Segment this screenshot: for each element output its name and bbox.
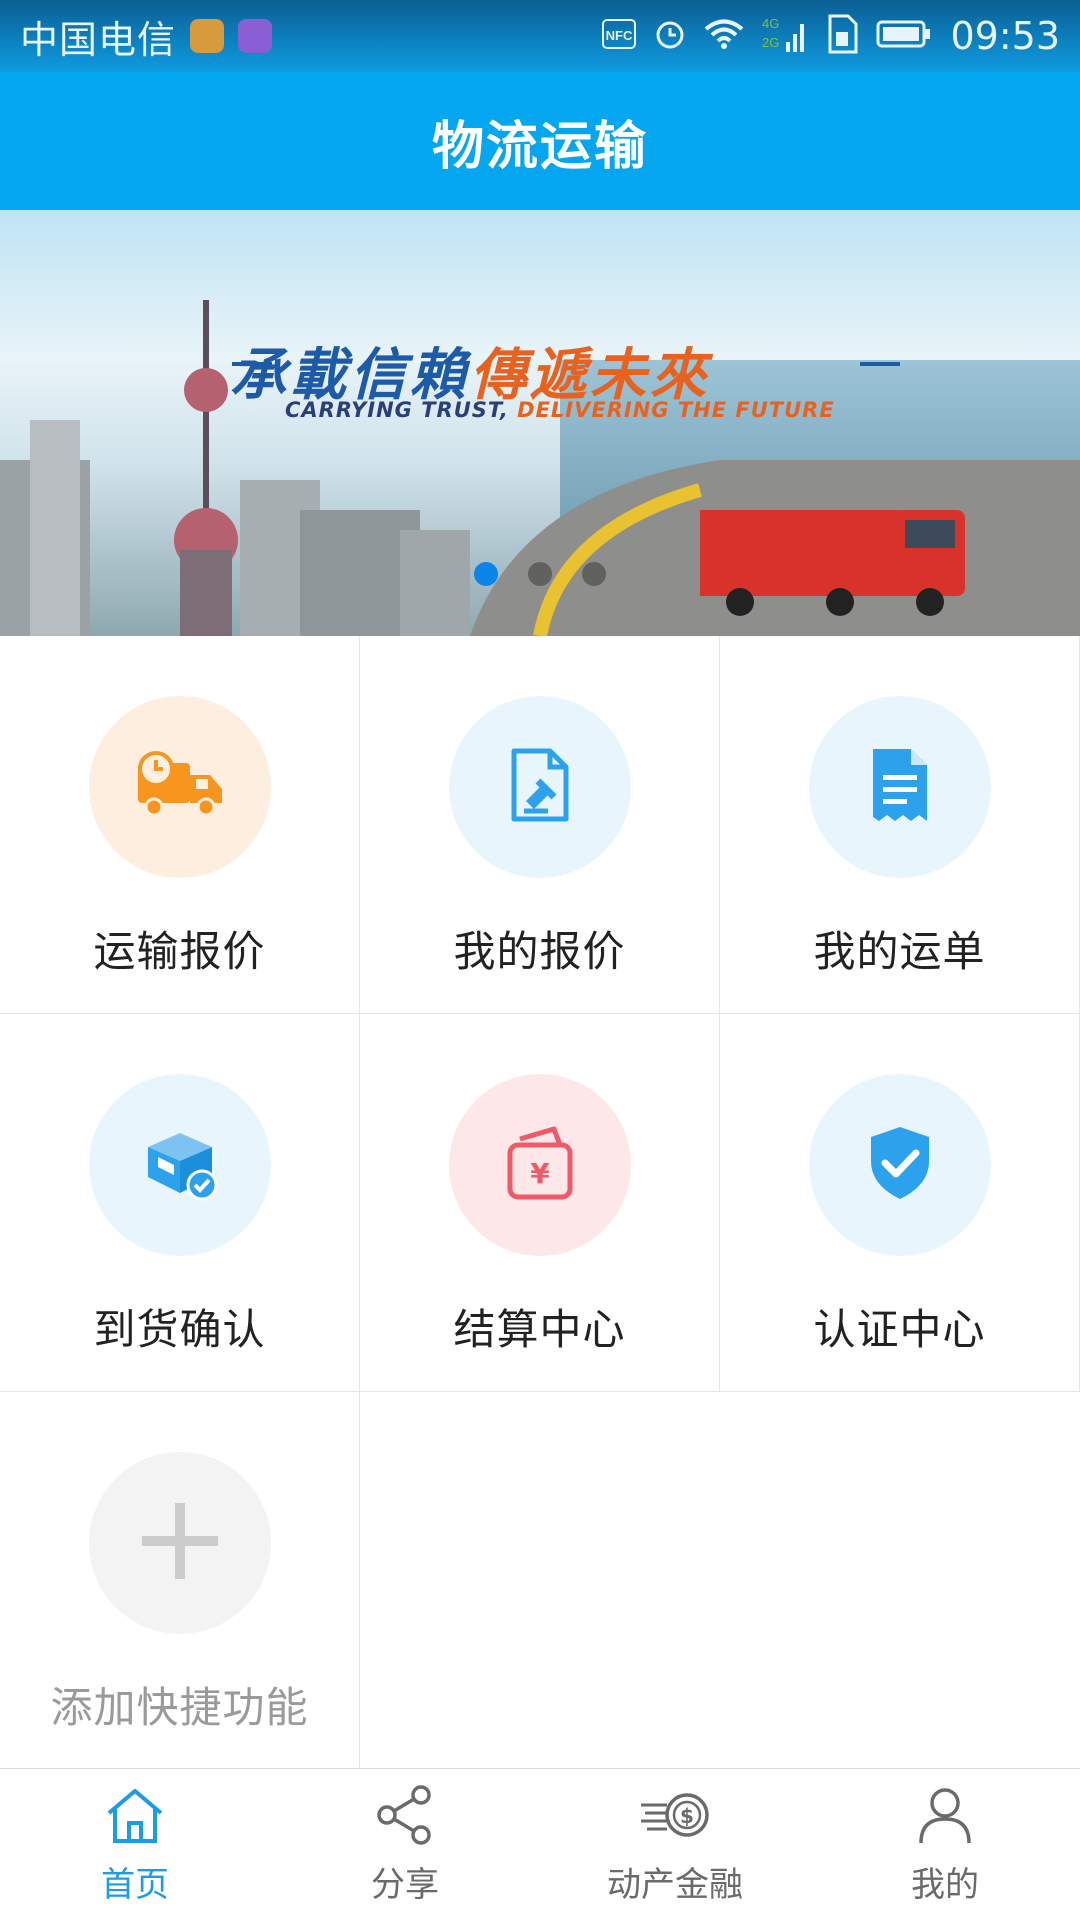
tab-home[interactable]: 首页 <box>0 1769 270 1920</box>
svg-text:2G: 2G <box>762 35 779 50</box>
grid-item-my-waybill[interactable]: 我的运单 <box>720 636 1080 1014</box>
grid-item-settlement-center[interactable]: ¥ 结算中心 <box>360 1014 720 1392</box>
clock: 09:53 <box>950 14 1060 58</box>
grid-item-add-shortcut[interactable]: 添加快捷功能 <box>0 1392 360 1770</box>
settlement-wallet-icon: ¥ <box>504 1123 576 1207</box>
share-icon <box>373 1783 437 1851</box>
grid-item-certification-center[interactable]: 认证中心 <box>720 1014 1080 1392</box>
grid-item-my-quote[interactable]: 我的报价 <box>360 636 720 1014</box>
home-icon <box>103 1783 167 1851</box>
grid-item-label: 添加快捷功能 <box>50 1683 309 1732</box>
alarm-icon <box>654 18 686 54</box>
package-check-icon <box>140 1123 220 1207</box>
carrier-name: 中国电信 <box>20 17 177 62</box>
svg-text:$: $ <box>680 1804 694 1828</box>
grid-item-label: 到货确认 <box>93 1305 266 1354</box>
tab-share[interactable]: 分享 <box>270 1769 540 1920</box>
grid-icon-bg <box>88 1452 271 1634</box>
delivery-truck-icon <box>132 749 228 825</box>
svg-text:NFC: NFC <box>606 28 633 43</box>
svg-text:4G: 4G <box>762 16 779 31</box>
nfc-icon: NFC <box>602 19 637 53</box>
banner-dot-1[interactable] <box>474 562 498 586</box>
gallery-app-icon <box>238 19 273 53</box>
tab-mine[interactable]: 我的 <box>810 1769 1080 1920</box>
tab-label: 分享 <box>371 1865 439 1905</box>
grid-icon-bg: ¥ <box>448 1074 631 1256</box>
plus-icon <box>138 1499 222 1587</box>
grid-icon-bg <box>808 1074 991 1256</box>
grid-item-label: 认证中心 <box>813 1305 986 1354</box>
wifi-icon <box>704 18 744 54</box>
battery-icon <box>876 19 932 53</box>
grid-item-arrival-confirm[interactable]: 到货确认 <box>0 1014 360 1392</box>
grid-item-label: 我的报价 <box>453 927 626 976</box>
finance-coin-icon: $ <box>637 1783 713 1851</box>
tab-label: 动产金融 <box>607 1865 743 1905</box>
grid-icon-bg <box>448 696 631 878</box>
sim-icon <box>826 14 858 58</box>
shield-check-icon <box>865 1123 935 1207</box>
waybill-icon <box>867 745 933 829</box>
grid-item-label: 我的运单 <box>813 927 986 976</box>
grid-icon-bg <box>88 696 271 878</box>
function-grid: 运输报价 我的报价 我的运单 到货确认 ¥ 结算中心 认证中心 添加快捷功能 <box>0 636 1080 1770</box>
bottom-tab-bar: 首页 分享 $ 动产金融 我的 <box>0 1768 1080 1920</box>
grid-icon-bg <box>88 1074 271 1256</box>
grid-item-label: 运输报价 <box>93 927 266 976</box>
signal-icon: 4G 2G <box>762 14 808 58</box>
svg-text:¥: ¥ <box>530 1157 550 1190</box>
user-icon <box>913 1783 977 1851</box>
tab-finance[interactable]: $ 动产金融 <box>540 1769 810 1920</box>
tab-label: 首页 <box>101 1865 169 1905</box>
title-bar: 物流运输 <box>0 72 1080 210</box>
banner-pagination <box>474 562 606 586</box>
grid-icon-bg <box>808 696 991 878</box>
status-bar: 中国电信 NFC 4G 2G 09:53 <box>0 0 1080 72</box>
page-title: 物流运输 <box>431 116 648 177</box>
grid-item-transport-quote[interactable]: 运输报价 <box>0 636 360 1014</box>
banner-dot-3[interactable] <box>582 562 606 586</box>
banner-dot-2[interactable] <box>528 562 552 586</box>
promo-banner[interactable]: 承載信賴傳遞未來 CARRYING TRUST, DELIVERING THE … <box>0 210 1080 636</box>
quote-document-icon <box>504 745 576 829</box>
grid-item-label: 结算中心 <box>453 1305 626 1354</box>
health-app-icon <box>190 19 225 53</box>
banner-slogan-en: CARRYING TRUST, DELIVERING THE FUTURE <box>285 398 835 422</box>
tab-label: 我的 <box>911 1865 979 1905</box>
